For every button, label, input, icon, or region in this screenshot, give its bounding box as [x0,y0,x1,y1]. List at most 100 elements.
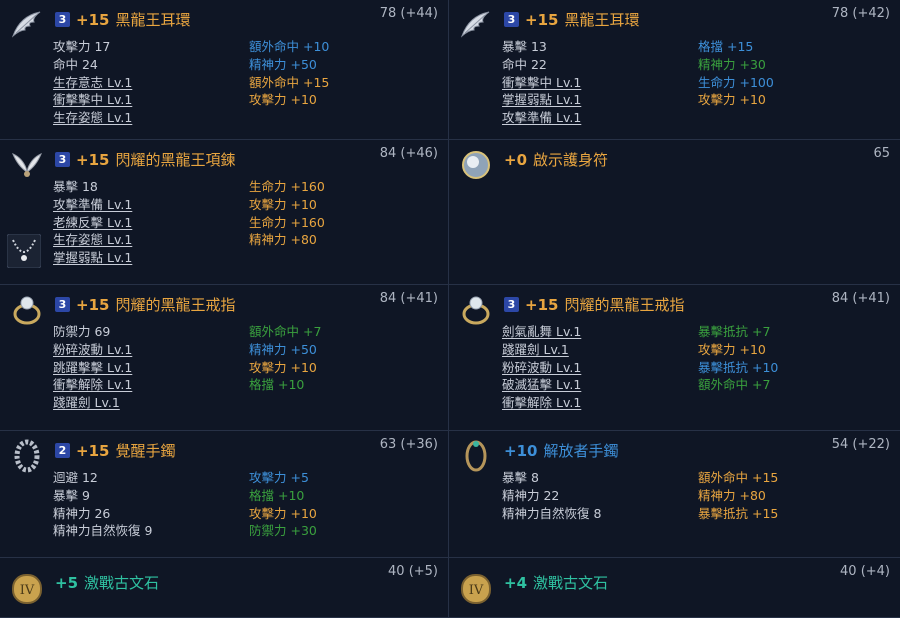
rune-stone-icon[interactable]: IV [10,572,44,606]
base-stat: 暴擊 9 [53,487,90,503]
item-title: 2 +15 覺醒手鐲 [55,440,175,461]
stat-list: 暴擊 8 額外命中 +15 精神力 22 精神力 +80 精神力自然恢復 8 暴擊抵抗 +… [502,469,878,522]
base-stat: 命中 22 [502,56,547,72]
skill-link[interactable]: 老練反擊 Lv.1 [53,214,249,232]
item-name[interactable]: 啟示護身符 [533,149,608,170]
item-score: 84 (+41) [831,291,890,306]
bonus-stat: 額外命中 +15 [249,74,330,90]
item-title: +5 激戰古文石 [55,572,159,593]
wing-necklace-icon[interactable] [10,148,44,182]
bonus-stat: 格擋 +15 [698,39,754,54]
skill-link[interactable]: 掌握弱點 Lv.1 [53,249,249,267]
bonus-stat: 攻擊力 +5 [249,470,309,485]
skill-link[interactable]: 粉碎波動 Lv.1 [53,341,249,359]
chain-bracelet-icon[interactable] [10,439,44,473]
skill-link[interactable]: 生存姿態 Lv.1 [53,231,249,249]
enhance-level: +15 [76,295,110,314]
item-score: 40 (+5) [388,564,438,579]
skill-link[interactable]: 踐躍劍 Lv.1 [53,394,249,412]
item-name[interactable]: 激戰古文石 [84,572,159,593]
base-stat: 暴擊 8 [502,470,539,485]
tier-badge: 3 [55,297,70,312]
bonus-stat: 額外命中 +7 [698,377,771,393]
svg-text:IV: IV [469,583,484,598]
skill-link[interactable]: 生存姿態 Lv.1 [53,109,249,127]
item-name[interactable]: 黑龍王耳環 [564,9,639,30]
item-name[interactable]: 閃耀的黑龍王項鍊 [115,149,235,170]
skill-link[interactable]: 掌握弱點 Lv.1 [502,91,698,109]
skill-link[interactable]: 跳躍擊擊 Lv.1 [53,359,249,377]
skill-link[interactable]: 粉碎波動 Lv.1 [502,359,698,377]
stat-list: 防禦力 69 額外命中 +7 粉碎波動 Lv.1 精神力 +50 跳躍擊擊 Lv.1 攻擊… [53,323,429,412]
bonus-stat: 精神力 +30 [698,56,766,72]
item-card[interactable]: IV +5 激戰古文石 40 (+5) [0,558,449,618]
bonus-stat: 精神力 +50 [249,56,317,72]
wing-earring-icon[interactable] [459,8,493,42]
item-card[interactable]: 3 +15 黑龍王耳環 78 (+42) 暴擊 13 格擋 +15 命中 22 精神力 +30… [449,0,900,140]
pearl-ring-icon[interactable] [10,293,44,327]
item-card[interactable]: 3 +15 黑龍王耳環 78 (+44) 攻擊力 17 額外命中 +10 命中 24 精神力 … [0,0,449,140]
bonus-stat: 暴擊抵抗 +10 [698,359,779,375]
skill-link[interactable]: 攻擊準備 Lv.1 [53,196,249,214]
item-card[interactable]: 3 +15 閃耀的黑龍王項鍊 84 (+46) 暴擊 18 生命力 +160 攻擊準備 Lv… [0,140,449,285]
skill-link[interactable]: 衝擊解除 Lv.1 [502,394,698,412]
item-score: 63 (+36) [379,437,438,452]
base-stat: 精神力 22 [502,487,560,503]
stat-list: 攻擊力 17 額外命中 +10 命中 24 精神力 +50 生存意志 Lv.1 額外命中 … [53,38,429,127]
item-card[interactable]: 2 +15 覺醒手鐲 63 (+36) 迴避 12 攻擊力 +5 暴擊 9 格擋 +10 精神力… [0,431,449,558]
enhance-level: +5 [55,573,79,592]
item-title: 3 +15 閃耀的黑龍王戒指 [55,294,235,315]
item-name[interactable]: 激戰古文石 [533,572,608,593]
base-stat: 精神力自然恢復 9 [53,523,153,539]
pearl-ring-icon[interactable] [459,293,493,327]
item-score: 84 (+41) [379,291,438,306]
item-score: 54 (+22) [831,437,890,452]
skill-link[interactable]: 衝擊擊中 Lv.1 [502,74,698,92]
item-card[interactable]: +10 解放者手鐲 54 (+22) 暴擊 8 額外命中 +15 精神力 22 精神力 +8… [449,431,900,558]
item-card[interactable]: IV +4 激戰古文石 40 (+4) [449,558,900,618]
skill-link[interactable]: 衝擊擊中 Lv.1 [53,91,249,109]
base-stat: 暴擊 13 [502,39,547,54]
bonus-stat: 精神力 +80 [249,232,317,248]
item-name[interactable]: 閃耀的黑龍王戒指 [564,294,684,315]
base-stat: 攻擊力 17 [53,39,111,54]
bonus-stat: 攻擊力 +10 [698,341,766,357]
bonus-stat: 攻擊力 +10 [249,505,317,521]
item-name[interactable]: 黑龍王耳環 [115,9,190,30]
skill-link[interactable]: 破滅猛擊 Lv.1 [502,376,698,394]
empty-cell [698,394,878,412]
enhance-level: +15 [525,295,559,314]
necklace-chain-icon[interactable] [6,233,42,269]
item-name[interactable]: 解放者手鐲 [543,440,618,461]
stat-list: 暴擊 18 生命力 +160 攻擊準備 Lv.1 攻擊力 +10 老練反擊 Lv.1 生命… [53,178,429,267]
item-title: 3 +15 黑龍王耳環 [504,9,639,30]
skill-link[interactable]: 踐躍劍 Lv.1 [502,341,698,359]
base-stat: 防禦力 69 [53,324,111,339]
item-title: 3 +15 閃耀的黑龍王戒指 [504,294,684,315]
item-title: +10 解放者手鐲 [504,440,618,461]
enhance-level: +15 [76,10,110,29]
skill-link[interactable]: 衝擊解除 Lv.1 [53,376,249,394]
base-stat: 精神力 26 [53,505,111,521]
rune-stone-icon[interactable]: IV [459,572,493,606]
item-name[interactable]: 閃耀的黑龍王戒指 [115,294,235,315]
bonus-stat: 生命力 +160 [249,214,325,230]
bonus-stat: 防禦力 +30 [249,523,317,539]
bonus-stat: 暴擊抵抗 +15 [698,505,779,521]
item-card[interactable]: 3 +15 閃耀的黑龍王戒指 84 (+41) 劍氣亂舞 Lv.1 暴擊抵抗 +7 踐躍劍 … [449,285,900,431]
bonus-stat: 精神力 +80 [698,487,766,503]
skill-link[interactable]: 生存意志 Lv.1 [53,74,249,92]
base-stat: 迴避 12 [53,470,98,485]
item-card[interactable]: 3 +15 閃耀的黑龍王戒指 84 (+41) 防禦力 69 額外命中 +7 粉碎波動 Lv… [0,285,449,431]
skill-link[interactable]: 劍氣亂舞 Lv.1 [502,323,698,341]
enhance-level: +4 [504,573,528,592]
item-card[interactable]: +0 啟示護身符 65 [449,140,900,285]
bonus-stat: 格擋 +10 [249,377,305,393]
wing-earring-icon[interactable] [10,8,44,42]
item-name[interactable]: 覺醒手鐲 [115,440,175,461]
empty-cell [249,249,429,267]
orb-amulet-icon[interactable] [459,148,493,182]
bonus-stat: 格擋 +10 [249,487,305,503]
gem-bracelet-icon[interactable] [459,439,493,473]
skill-link[interactable]: 攻擊準備 Lv.1 [502,109,698,127]
